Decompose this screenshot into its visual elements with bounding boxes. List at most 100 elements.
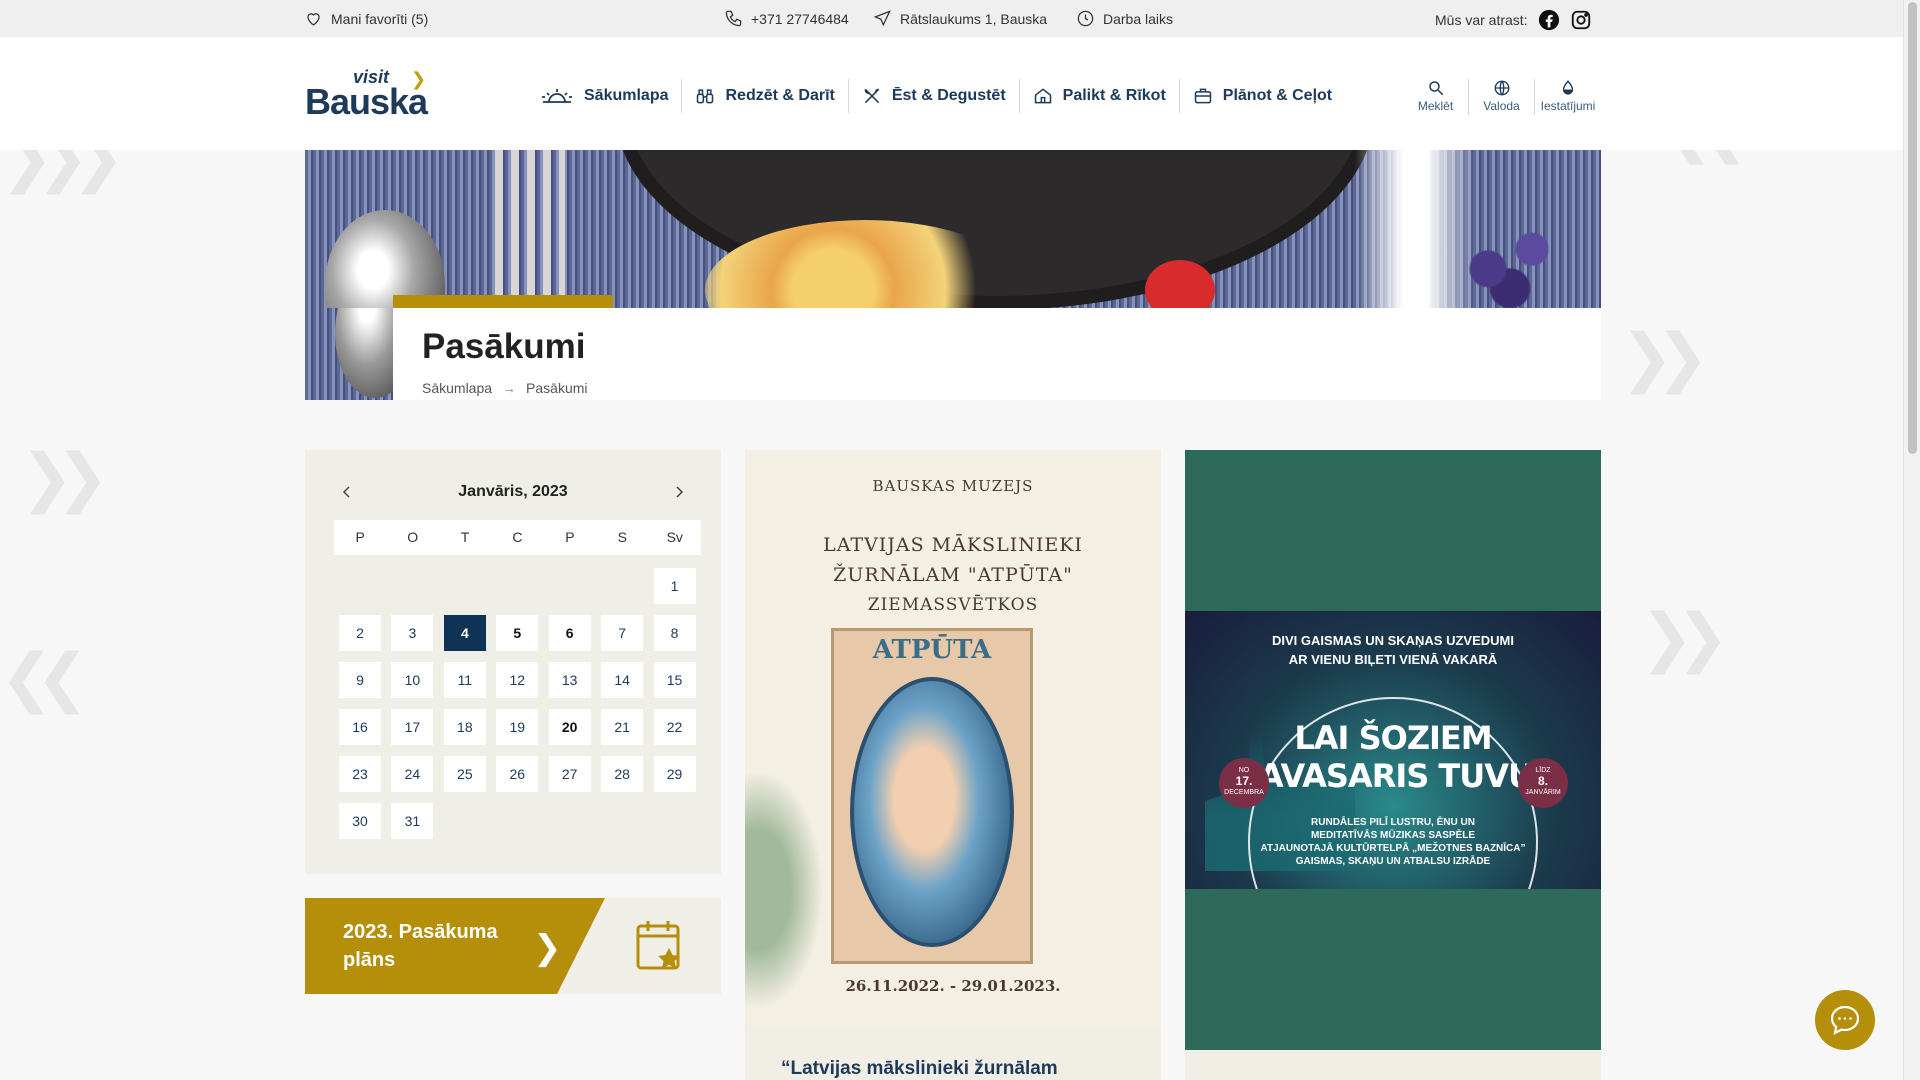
breadcrumb: Sākumlapa → Pasākumi	[422, 380, 588, 396]
opening-hours-link[interactable]: Darba laiks	[1076, 9, 1173, 28]
magazine-title: ATPŪTA	[872, 635, 992, 665]
phone-icon	[725, 10, 742, 27]
favorites-link[interactable]: Mani favorīti (5)	[304, 9, 428, 28]
calendar-day[interactable]: 28	[601, 756, 644, 792]
calendar-day[interactable]: 29	[653, 756, 696, 792]
nav-item-eat-taste[interactable]: Ēst & Degustēt	[849, 79, 1020, 113]
calendar-empty-cell	[601, 568, 643, 604]
next-month-button[interactable]	[667, 480, 691, 504]
background-chevrons: ❯❯	[20, 441, 109, 513]
calendar-day[interactable]: 20	[548, 709, 591, 745]
badge-num: 17.	[1235, 774, 1253, 788]
address-link[interactable]: Rātslaukums 1, Bauska	[873, 9, 1047, 28]
calendar-day[interactable]: 11	[443, 662, 486, 698]
poster-title-line: ZIEMASSVĒTKOS	[867, 595, 1039, 615]
badge-pre: NO	[1238, 767, 1250, 774]
find-us-label: Mūs var atrast:	[1435, 12, 1528, 28]
settings-button[interactable]: Iestatījumi	[1535, 79, 1601, 115]
calendar-day[interactable]: 2	[339, 615, 381, 651]
hero-image	[305, 150, 1601, 308]
scrollbar-thumb[interactable]	[1908, 2, 1917, 454]
binoculars-icon	[697, 89, 714, 104]
hero-image-strip	[305, 308, 393, 400]
calendar-day[interactable]: 25	[443, 756, 486, 792]
facebook-icon[interactable]	[1538, 9, 1560, 31]
language-button[interactable]: Valoda	[1469, 79, 1535, 115]
calendar-day[interactable]: 4	[443, 615, 486, 651]
poster-museum: BAUSKAS MUZEJS	[872, 477, 1034, 495]
nav-item-stay-host[interactable]: Palikt & Rīkot	[1020, 79, 1180, 113]
calendar-day[interactable]: 27	[548, 756, 591, 792]
calendar-day[interactable]: 8	[653, 615, 696, 651]
calendar-day[interactable]: 14	[601, 662, 644, 698]
poster-subtitle-line: DIVI GAISMAS UN SKAŅAS UZVEDUMI	[1272, 633, 1514, 648]
calendar-empty-cell	[391, 568, 433, 604]
search-button[interactable]: Meklēt	[1403, 79, 1469, 115]
nav-label: Redzēt & Darīt	[725, 87, 835, 104]
calendar-day[interactable]: 3	[391, 615, 434, 651]
calendar-empty-cell	[496, 568, 538, 604]
heart-icon	[307, 13, 320, 26]
settings-label: Iestatījumi	[1540, 99, 1596, 113]
poster-dates: 26.11.2022. - 29.01.2023.	[845, 977, 1061, 995]
calendar-day[interactable]: 15	[653, 662, 696, 698]
logo-bauska-text: Bauska	[305, 81, 428, 122]
calendar-day[interactable]: 26	[496, 756, 539, 792]
event-card[interactable]: BAUSKAS MUZEJS LATVIJAS MĀKSLINIEKI ŽURN…	[745, 450, 1161, 1080]
event-poster: DIVI GAISMAS UN SKAŅAS UZVEDUMI AR VIENU…	[1185, 611, 1601, 889]
breadcrumb-current: Pasākumi	[526, 380, 588, 396]
suitcase-icon	[1194, 88, 1212, 104]
calendar-day[interactable]: 16	[339, 709, 381, 745]
phone-link[interactable]: +371 27746484	[724, 9, 849, 28]
nav-label: Sākumlapa	[584, 87, 669, 104]
nav-item-plan-travel[interactable]: Plānot & Ceļot	[1180, 79, 1345, 113]
badge-post: DECEMBRA	[1224, 789, 1264, 796]
badge-post: JANVĀRIM	[1525, 789, 1561, 796]
chat-bubble-icon	[1830, 1005, 1860, 1036]
sunrise-icon	[542, 89, 572, 103]
calendar-day[interactable]: 7	[601, 615, 644, 651]
event-plan-link[interactable]: 2023. Pasākuma plāns ❯	[305, 898, 721, 994]
magazine-cover: ATPŪTA	[831, 628, 1033, 964]
calendar-day[interactable]: 10	[391, 662, 434, 698]
send-icon	[873, 10, 891, 27]
calendar-day[interactable]: 24	[391, 756, 434, 792]
calendar-day[interactable]: 17	[391, 709, 434, 745]
calendar-day[interactable]: 6	[548, 615, 591, 651]
calendar-day[interactable]: 22	[653, 709, 696, 745]
nav-label: Plānot & Ceļot	[1222, 87, 1333, 104]
visit-bauska-logo[interactable]: visit ❯ Bauska	[305, 67, 435, 122]
page-scrollbar[interactable]	[1903, 0, 1920, 1080]
event-title[interactable]: “Latvijas mākslinieki žurnālam	[781, 1058, 1058, 1080]
calendar-day[interactable]: 9	[339, 662, 381, 698]
calendar-day[interactable]: 12	[496, 662, 539, 698]
calendar-day[interactable]: 1	[653, 568, 696, 604]
main-navigation: Sākumlapa Redzēt & Darīt Ēst & Degustēt …	[527, 79, 1345, 113]
calendar-day[interactable]: 31	[391, 803, 434, 839]
calendar-day[interactable]: 23	[339, 756, 381, 792]
nav-item-see-do[interactable]: Redzēt & Darīt	[682, 79, 849, 113]
chevron-right-icon	[676, 486, 684, 498]
poster-title-line: LATVIJAS MĀKSLINIEKI	[823, 534, 1083, 556]
calendar-day[interactable]: 21	[601, 709, 644, 745]
background-chevrons: ❮❮	[0, 641, 89, 713]
calendar-day[interactable]: 5	[496, 615, 539, 651]
clock-icon	[1077, 10, 1094, 27]
calendar-weekdays: P O T C P S Sv	[334, 520, 701, 555]
calendar-day[interactable]: 19	[496, 709, 539, 745]
poster-description-line: ATJAUNOTAJĀ KULTŪRTELPĀ „MEŽOTNES BAZNĪC…	[1260, 843, 1526, 854]
calendar-empty-cell	[339, 568, 381, 604]
calendar-day[interactable]: 30	[339, 803, 381, 839]
prev-month-button[interactable]	[335, 480, 359, 504]
calendar-day[interactable]: 18	[443, 709, 486, 745]
event-card[interactable]: DIVI GAISMAS UN SKAŅAS UZVEDUMI AR VIENU…	[1185, 450, 1601, 1050]
search-icon	[1428, 81, 1443, 96]
chat-button[interactable]	[1815, 990, 1875, 1050]
contrast-drop-icon	[1562, 80, 1574, 95]
calendar-star-icon	[636, 921, 680, 970]
calendar-day[interactable]: 13	[548, 662, 591, 698]
breadcrumb-home[interactable]: Sākumlapa	[422, 380, 492, 396]
nav-item-home[interactable]: Sākumlapa	[527, 79, 683, 113]
instagram-icon[interactable]	[1570, 9, 1592, 31]
poster-subtitle-line: AR VIENU BIĻETI VIENĀ VAKARĀ	[1288, 652, 1498, 667]
